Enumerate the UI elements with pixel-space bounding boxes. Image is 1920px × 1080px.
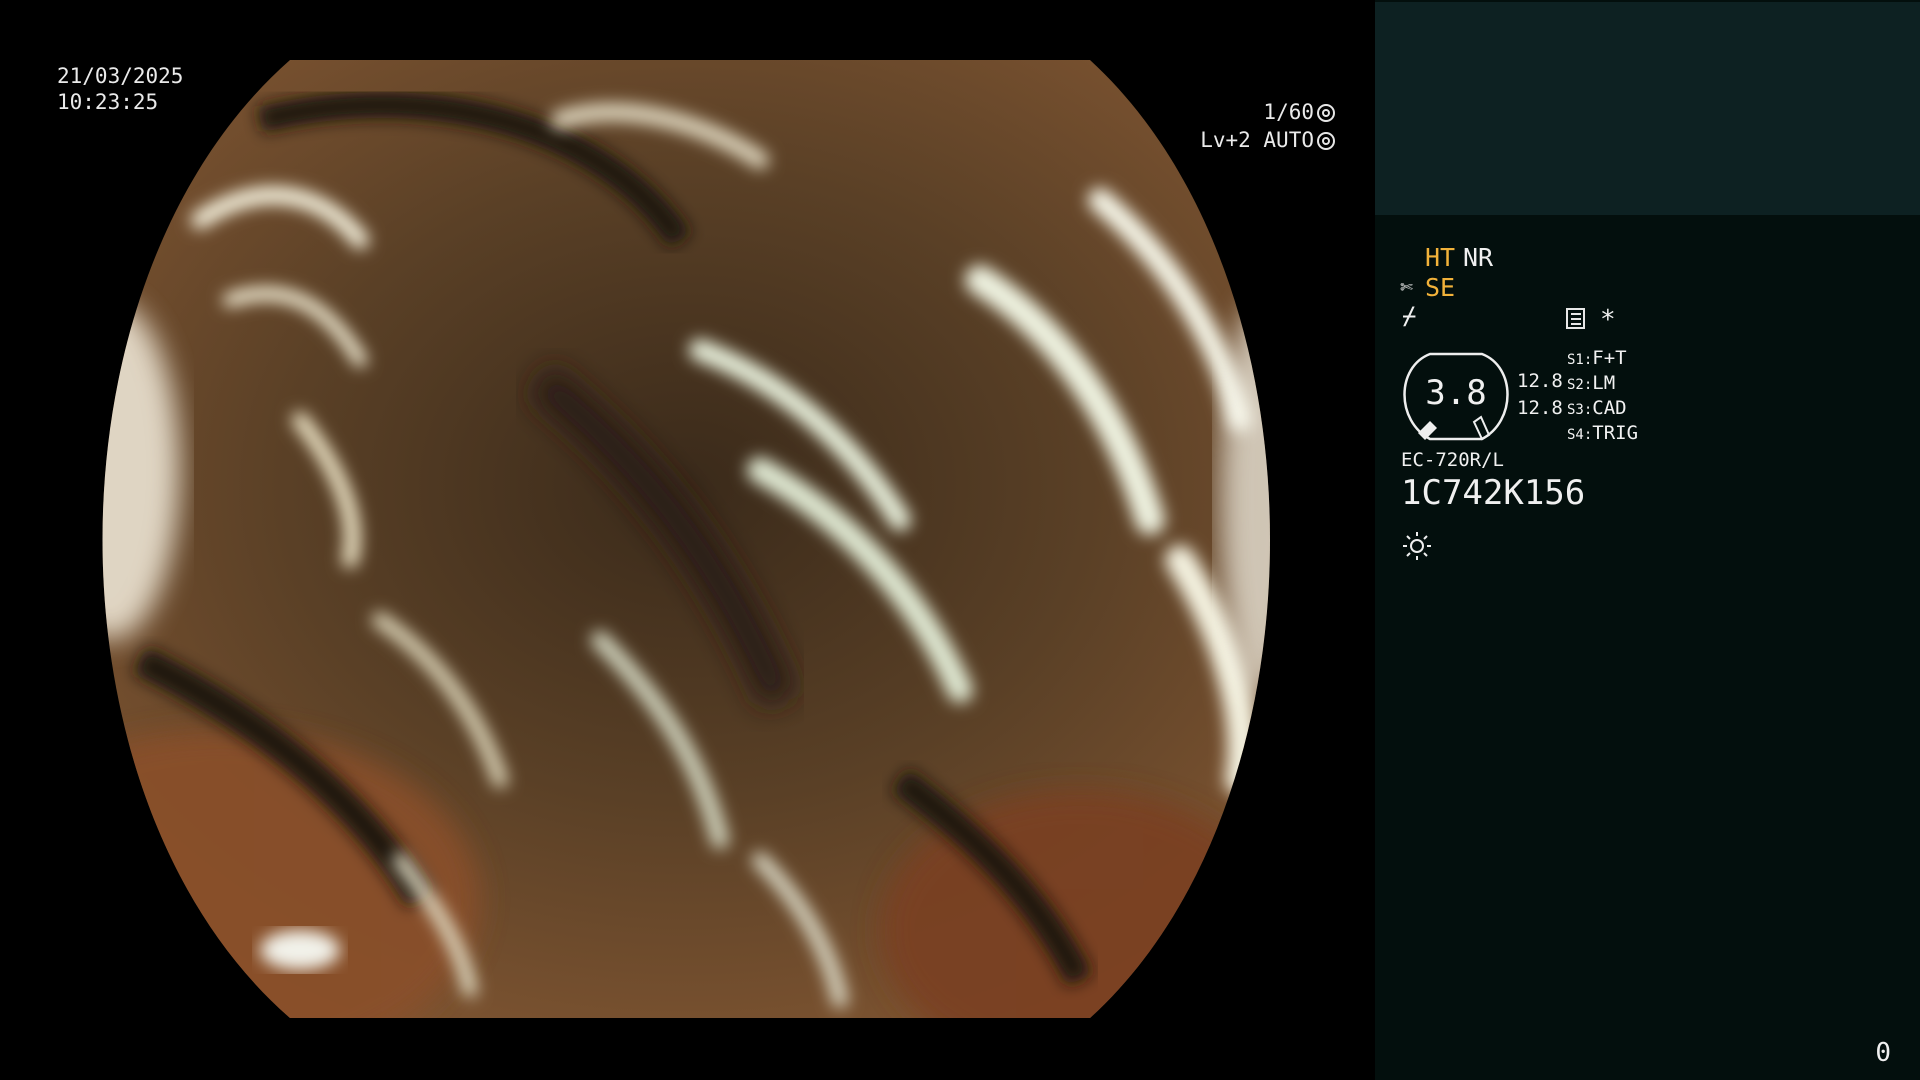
zigzag-icon: ⌿ <box>1402 302 1417 330</box>
switch-s2: S2:LM <box>1567 372 1616 394</box>
shutter-text: 1/60 <box>1263 100 1314 124</box>
shutter-icon <box>1317 104 1335 122</box>
setting-value-1: 12.8 <box>1517 370 1563 392</box>
time-text: 10:23:25 <box>57 90 159 114</box>
date-time-display: 21/03/2025 10:23:25 <box>57 63 183 115</box>
list-icon <box>1566 308 1585 329</box>
setting-value-2: 12.8 <box>1517 397 1563 419</box>
scissor-icon: ✄ <box>1400 275 1414 300</box>
gauge-value: 3.8 <box>1425 373 1487 413</box>
endoscope-image <box>102 60 1270 1018</box>
date-text: 21/03/2025 <box>57 64 184 88</box>
scope-serial: 1C742K156 <box>1401 473 1586 513</box>
exposure-text: Lv+2 AUTO <box>1200 128 1314 152</box>
switch-s1: S1:F+T <box>1567 347 1627 369</box>
switch-s4: S4:TRIG <box>1567 422 1639 444</box>
star-indicator: * <box>1600 305 1616 335</box>
switch-s3: S3:CAD <box>1567 397 1627 419</box>
se-indicator: SE <box>1425 273 1456 302</box>
shutter-speed: 1/60 <box>1263 99 1335 125</box>
ht-indicator: HT <box>1425 243 1456 272</box>
exposure-level: Lv+2 AUTO <box>1200 127 1335 153</box>
nr-indicator: NR <box>1463 243 1494 272</box>
sun-icon <box>1403 532 1431 560</box>
image-counter: 0 <box>1875 1038 1891 1068</box>
endoscope-image-area: 21/03/2025 10:23:25 1/60 Lv+2 AUTO <box>0 0 1375 1080</box>
aperture-icon <box>1317 132 1335 150</box>
scope-model: EC-720R/L <box>1401 449 1504 471</box>
info-panel: HT NR ✄ SE ⌿ * 3.8 12.8 12.8 S1:F+T S2:L… <box>1375 0 1920 1080</box>
thumbnail-area <box>1375 2 1920 215</box>
